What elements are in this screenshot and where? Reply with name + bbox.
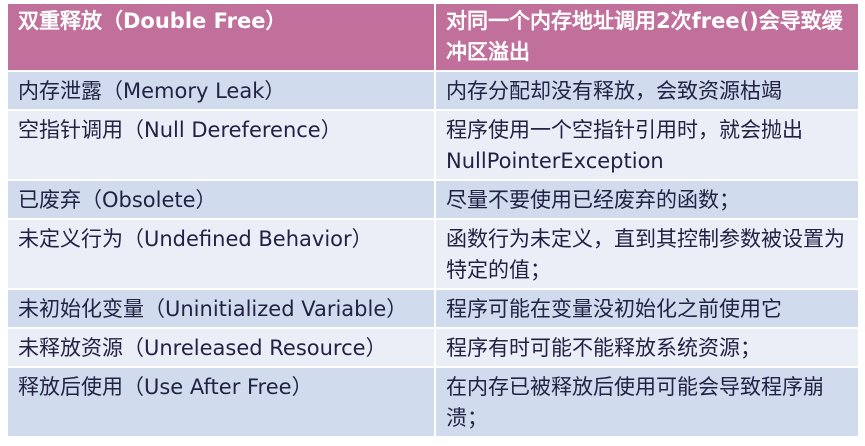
table-row: 未初始化变量（Uninitialized Variable） 程序可能在变量没初… [6,288,860,329]
vulnerability-table: 双重释放（Double Free） 对同一个内存地址调用2次free()会导致缓… [6,2,860,438]
description-cell: 函数行为未定义，直到其控制参数被设置为特定的值； [434,218,860,290]
term-cell: 已废弃（Obsolete） [6,179,436,220]
table-header-row: 双重释放（Double Free） 对同一个内存地址调用2次free()会导致缓… [6,2,860,72]
term-cell: 未释放资源（Unreleased Resource） [6,327,436,368]
term-cell: 未初始化变量（Uninitialized Variable） [6,288,436,329]
term-cell: 空指针调用（Null Dereference） [6,109,436,181]
table-row: 未释放资源（Unreleased Resource） 程序有时可能不能释放系统资… [6,327,860,368]
table-row: 未定义行为（Undefined Behavior） 函数行为未定义，直到其控制参… [6,218,860,290]
description-cell: 程序有时可能不能释放系统资源； [434,327,860,368]
table-row: 释放后使用（Use After Free） 在内存已被释放后使用可能会导致程序崩… [6,366,860,438]
header-term-cell: 双重释放（Double Free） [6,2,436,72]
table-row: 内存泄露（Memory Leak） 内存分配却没有释放，会致资源枯竭 [6,70,860,111]
term-cell: 释放后使用（Use After Free） [6,366,436,438]
description-cell: 内存分配却没有释放，会致资源枯竭 [434,70,860,111]
table-row: 已废弃（Obsolete） 尽量不要使用已经废弃的函数； [6,179,860,220]
term-cell: 内存泄露（Memory Leak） [6,70,436,111]
description-cell: 程序可能在变量没初始化之前使用它 [434,288,860,329]
description-cell: 尽量不要使用已经废弃的函数； [434,179,860,220]
term-cell: 未定义行为（Undefined Behavior） [6,218,436,290]
table-row: 空指针调用（Null Dereference） 程序使用一个空指针引用时，就会抛… [6,109,860,181]
description-cell: 在内存已被释放后使用可能会导致程序崩溃； [434,366,860,438]
header-description-cell: 对同一个内存地址调用2次free()会导致缓冲区溢出 [434,2,860,72]
description-cell: 程序使用一个空指针引用时，就会抛出NullPointerException [434,109,860,181]
